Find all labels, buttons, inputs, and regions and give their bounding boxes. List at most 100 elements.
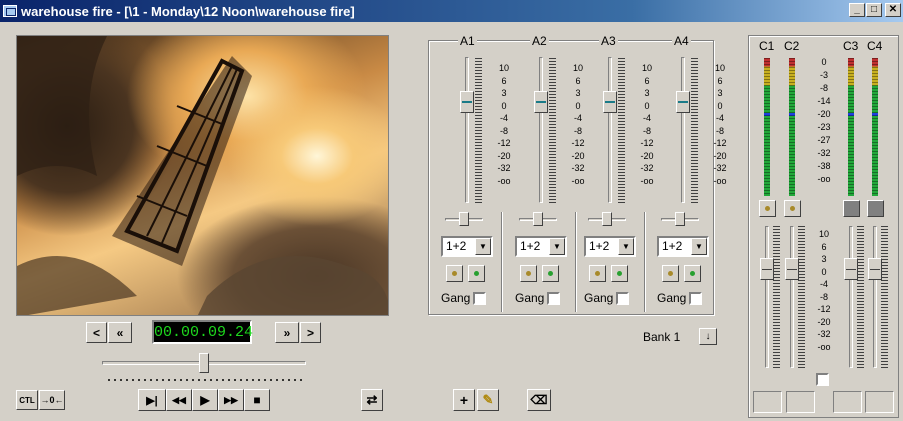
position-slider-thumb[interactable]: [199, 353, 209, 373]
maximize-button[interactable]: □: [866, 3, 882, 17]
fast-forward-button[interactable]: ▶▶: [218, 389, 244, 411]
solo-button[interactable]: [589, 265, 606, 282]
meter-segments: [789, 58, 795, 196]
routing-select[interactable]: 1+2 ▼: [584, 236, 636, 257]
meter-scale-label: 0: [821, 57, 827, 67]
fader-knob[interactable]: [603, 91, 617, 113]
channel-divider: [575, 212, 577, 312]
output-fader-knob[interactable]: [785, 258, 799, 280]
output-toggle-button[interactable]: [843, 200, 860, 217]
output-solo-button[interactable]: [784, 200, 801, 217]
gang-label: Gang: [441, 291, 471, 305]
scale-label: 10: [714, 63, 725, 73]
meter-scale-label: -oo: [817, 174, 831, 184]
timecode-display: 00.00.09.24: [152, 320, 253, 344]
gang-checkbox[interactable]: [547, 291, 561, 305]
chevron-down-icon[interactable]: ▼: [691, 238, 707, 255]
gang-checkbox[interactable]: [473, 291, 487, 305]
output-toggle-button[interactable]: [867, 200, 884, 217]
bank-select-button[interactable]: ↓: [699, 328, 717, 345]
rewind-button[interactable]: ◀◀: [166, 389, 192, 411]
output-channel-label: C2: [784, 39, 800, 53]
fader-knob[interactable]: [460, 91, 474, 113]
close-button[interactable]: ✕: [885, 3, 901, 17]
routing-select[interactable]: 1+2 ▼: [657, 236, 709, 257]
video-preview[interactable]: [16, 35, 389, 316]
scale-label: -4: [573, 113, 582, 123]
gang-option[interactable]: Gang: [515, 291, 561, 305]
trim-button[interactable]: →0←: [39, 390, 65, 410]
eraser-icon[interactable]: ⌫: [527, 389, 551, 411]
play-step-button[interactable]: ▶|: [138, 389, 166, 411]
fader-track[interactable]: [465, 57, 469, 203]
fader-track[interactable]: [608, 57, 612, 203]
output-fader-track[interactable]: [765, 226, 769, 368]
scale-label: -20: [640, 150, 654, 161]
output-fader-scale: 10 6 3 0 -4 -8 -12 -20 -32 -oo: [811, 228, 837, 353]
scale-label: -oo: [640, 175, 654, 186]
output-slot[interactable]: [865, 391, 894, 413]
output-scale-label: 10: [818, 229, 829, 239]
routing-select[interactable]: 1+2 ▼: [515, 236, 567, 257]
ctl-button[interactable]: CTL: [16, 390, 38, 410]
scale-label: -8: [642, 125, 651, 136]
rewind-step-button[interactable]: «: [108, 322, 132, 343]
gang-option[interactable]: Gang: [441, 291, 487, 305]
fader-knob[interactable]: [534, 91, 548, 113]
prev-button[interactable]: <: [86, 322, 107, 343]
forward-step-button[interactable]: »: [275, 322, 299, 343]
output-fader-track[interactable]: [873, 226, 877, 368]
pan-knob[interactable]: [602, 212, 612, 226]
chevron-down-icon[interactable]: ▼: [618, 238, 634, 255]
pan-knob[interactable]: [459, 212, 469, 226]
output-slot[interactable]: [786, 391, 815, 413]
routing-select[interactable]: 1+2 ▼: [441, 236, 493, 257]
output-scale-label: -oo: [817, 341, 831, 352]
fader-scale: 10 6 3 0 -4 -8 -12 -20 -32 -oo: [565, 62, 591, 187]
mute-button[interactable]: [542, 265, 559, 282]
output-slot[interactable]: [833, 391, 862, 413]
minimize-button[interactable]: _: [849, 3, 865, 17]
output-fader-knob[interactable]: [844, 258, 858, 280]
loop-icon[interactable]: ⇄: [361, 389, 383, 411]
fader-track[interactable]: [681, 57, 685, 203]
solo-button[interactable]: [446, 265, 463, 282]
mute-button[interactable]: [468, 265, 485, 282]
fader-ticks: [618, 58, 625, 204]
channel-divider: [501, 212, 503, 312]
gang-checkbox[interactable]: [689, 291, 703, 305]
output-fader-knob[interactable]: [760, 258, 774, 280]
gang-option[interactable]: Gang: [584, 291, 630, 305]
output-solo-button[interactable]: [759, 200, 776, 217]
play-button[interactable]: ▶: [192, 389, 218, 411]
link-checkbox[interactable]: [816, 373, 829, 386]
fader-knob[interactable]: [676, 91, 690, 113]
channel-label: A3: [599, 34, 618, 48]
solo-button[interactable]: [520, 265, 537, 282]
fader-track[interactable]: [539, 57, 543, 203]
gang-option[interactable]: Gang: [657, 291, 703, 305]
solo-button[interactable]: [662, 265, 679, 282]
output-fader-track[interactable]: [849, 226, 853, 368]
output-fader-ticks: [798, 226, 805, 368]
fader-ticks: [691, 58, 698, 204]
output-scale-label: -32: [817, 329, 831, 339]
mute-button[interactable]: [611, 265, 628, 282]
chevron-down-icon[interactable]: ▼: [549, 238, 565, 255]
next-button[interactable]: >: [300, 322, 321, 343]
output-fader-knob[interactable]: [868, 258, 882, 280]
pan-knob[interactable]: [675, 212, 685, 226]
chevron-down-icon[interactable]: ▼: [475, 238, 491, 255]
output-slot[interactable]: [753, 391, 782, 413]
pencil-icon[interactable]: ✎: [477, 389, 499, 411]
mute-button[interactable]: [684, 265, 701, 282]
output-fader-track[interactable]: [790, 226, 794, 368]
stop-button[interactable]: ■: [244, 389, 270, 411]
gang-checkbox[interactable]: [616, 291, 630, 305]
pan-knob[interactable]: [533, 212, 543, 226]
output-scale-label: -20: [817, 316, 831, 327]
position-ticks: [106, 378, 302, 382]
meter-scale-label: -38: [817, 161, 831, 171]
routing-value: 1+2: [662, 239, 683, 253]
add-marker-button[interactable]: +: [453, 389, 475, 411]
